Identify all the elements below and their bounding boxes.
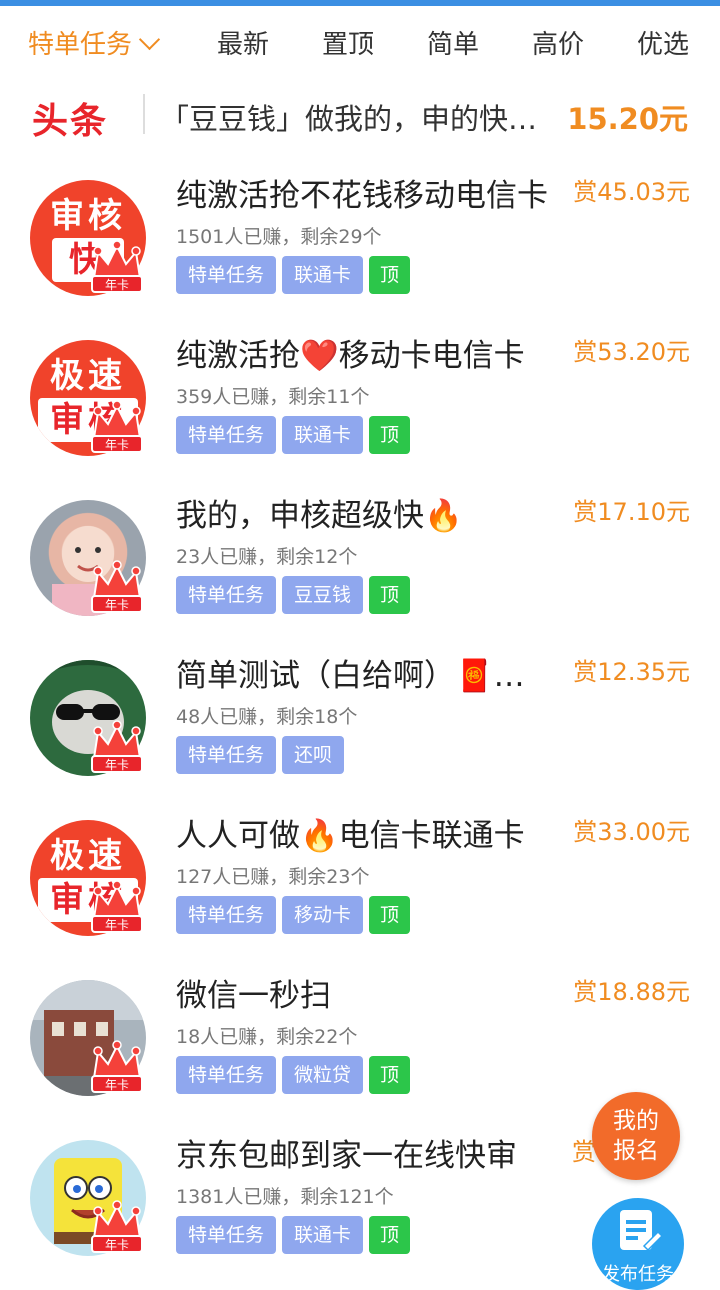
task-title: 微信一秒扫 — [176, 978, 331, 1014]
crown-icon: 年卡 — [91, 1040, 143, 1093]
tab-special-tasks[interactable]: 特单任务 — [28, 24, 161, 61]
task-stats: 48人已赚，剩余18个 — [176, 706, 358, 728]
svg-text:年卡: 年卡 — [105, 1078, 129, 1092]
tag-type: 还呗 — [282, 736, 345, 774]
tag-category: 特单任务 — [176, 416, 277, 454]
svg-text:年卡: 年卡 — [105, 278, 129, 292]
tag-type: 联通卡 — [282, 256, 364, 294]
task-title: 京东包邮到家一在线快审 — [176, 1138, 517, 1174]
my-signup-label-1: 我的 — [613, 1108, 659, 1134]
tag-category: 特单任务 — [176, 576, 277, 614]
tag-type: 微粒贷 — [282, 1056, 364, 1094]
tab-featured[interactable]: 优选 — [637, 24, 689, 61]
chevron-down-icon — [138, 28, 161, 51]
task-item[interactable]: 极速 审核 年卡 人人可做🔥电信卡联通卡 赏33.00元 127人已赚，剩余23… — [0, 800, 720, 960]
crown-icon: 年卡 — [91, 720, 143, 773]
task-stats: 18人已赚，剩余22个 — [176, 1026, 358, 1048]
category-tabs: 特单任务 最新 置顶 简单 高价 优选 — [0, 6, 720, 80]
my-signup-label-2: 报名 — [613, 1138, 659, 1164]
publish-task-button[interactable]: 发布任务 — [592, 1198, 684, 1290]
tag-category: 特单任务 — [176, 1056, 277, 1094]
task-item[interactable]: 年卡 简单测试（白给啊）🧧… 赏12.35元 48人已赚，剩余18个 特单任务还… — [0, 640, 720, 800]
task-title: 纯激活抢❤️移动卡电信卡 — [176, 338, 525, 374]
tag-category: 特单任务 — [176, 736, 277, 774]
crown-icon: 年卡 — [91, 560, 143, 613]
task-reward: 赏33.00元 — [573, 818, 690, 846]
tab-high-price[interactable]: 高价 — [532, 24, 584, 61]
task-stats: 23人已赚，剩余12个 — [176, 546, 358, 568]
svg-text:年卡: 年卡 — [105, 758, 129, 772]
task-reward: 赏17.10元 — [573, 498, 690, 526]
my-signup-button[interactable]: 我的 报名 — [592, 1092, 680, 1180]
tag-category: 特单任务 — [176, 1216, 277, 1254]
tag-top: 顶 — [369, 416, 411, 454]
task-title: 简单测试（白给啊）🧧… — [176, 658, 525, 694]
task-tags: 特单任务 还呗 — [176, 736, 350, 774]
task-tags: 特单任务 联通卡顶 — [176, 1216, 416, 1254]
tab-simple[interactable]: 简单 — [427, 24, 479, 61]
tag-top: 顶 — [369, 1216, 411, 1254]
task-tags: 特单任务 联通卡顶 — [176, 416, 416, 454]
task-stats: 359人已赚，剩余11个 — [176, 386, 370, 408]
task-reward: 赏12.35元 — [573, 658, 690, 686]
task-tags: 特单任务 微粒贷顶 — [176, 1056, 416, 1094]
tag-type: 联通卡 — [282, 1216, 364, 1254]
task-title: 纯激活抢不花钱移动电信卡 — [176, 178, 548, 214]
tag-category: 特单任务 — [176, 256, 277, 294]
task-title: 我的，申核超级快🔥 — [176, 498, 463, 534]
task-stats: 1501人已赚，剩余29个 — [176, 226, 382, 248]
task-stats: 127人已赚，剩余23个 — [176, 866, 370, 888]
task-tags: 特单任务 豆豆钱顶 — [176, 576, 416, 614]
task-item[interactable]: 审核 快 年卡 纯激活抢不花钱移动电信卡 赏45.03元 1501人已赚，剩余2… — [0, 160, 720, 320]
tag-top: 顶 — [369, 256, 411, 294]
task-item[interactable]: 年卡 我的，申核超级快🔥 赏17.10元 23人已赚，剩余12个 特单任务 豆豆钱… — [0, 480, 720, 640]
svg-text:年卡: 年卡 — [105, 438, 129, 452]
svg-text:年卡: 年卡 — [105, 918, 129, 932]
tag-type: 联通卡 — [282, 416, 364, 454]
task-tags: 特单任务 联通卡顶 — [176, 256, 416, 294]
task-item[interactable]: 年卡 微信一秒扫 赏18.88元 18人已赚，剩余22个 特单任务 微粒贷顶 — [0, 960, 720, 1120]
tab-latest[interactable]: 最新 — [217, 24, 269, 61]
headline-divider — [143, 94, 145, 134]
tag-category: 特单任务 — [176, 896, 277, 934]
task-stats: 1381人已赚，剩余121个 — [176, 1186, 394, 1208]
crown-icon: 年卡 — [91, 400, 143, 453]
headline-text: 「豆豆钱」做我的，申的快… — [160, 102, 538, 136]
headline-reward: 15.20元 — [567, 102, 688, 136]
tab-label: 特单任务 — [28, 30, 133, 60]
tab-pinned[interactable]: 置顶 — [322, 24, 374, 61]
task-reward: 赏45.03元 — [573, 178, 690, 206]
svg-text:年卡: 年卡 — [105, 1238, 129, 1252]
task-item[interactable]: 极速 审核 年卡 纯激活抢❤️移动卡电信卡 赏53.20元 359人已赚，剩余1… — [0, 320, 720, 480]
svg-text:年卡: 年卡 — [105, 598, 129, 612]
task-reward: 赏53.20元 — [573, 338, 690, 366]
headline-badge: 头条 — [32, 101, 109, 142]
crown-icon: 年卡 — [91, 1200, 143, 1253]
task-tags: 特单任务 移动卡顶 — [176, 896, 416, 934]
tag-top: 顶 — [369, 576, 411, 614]
task-reward: 赏18.88元 — [573, 978, 690, 1006]
crown-icon: 年卡 — [91, 240, 143, 293]
tag-type: 移动卡 — [282, 896, 364, 934]
tag-top: 顶 — [369, 896, 411, 934]
crown-icon: 年卡 — [91, 880, 143, 933]
headline-banner[interactable]: 头条 「豆豆钱」做我的，申的快… 15.20元 — [0, 80, 720, 152]
task-title: 人人可做🔥电信卡联通卡 — [176, 818, 525, 854]
tag-type: 豆豆钱 — [282, 576, 364, 614]
tag-top: 顶 — [369, 1056, 411, 1094]
publish-task-label: 发布任务 — [602, 1264, 674, 1285]
